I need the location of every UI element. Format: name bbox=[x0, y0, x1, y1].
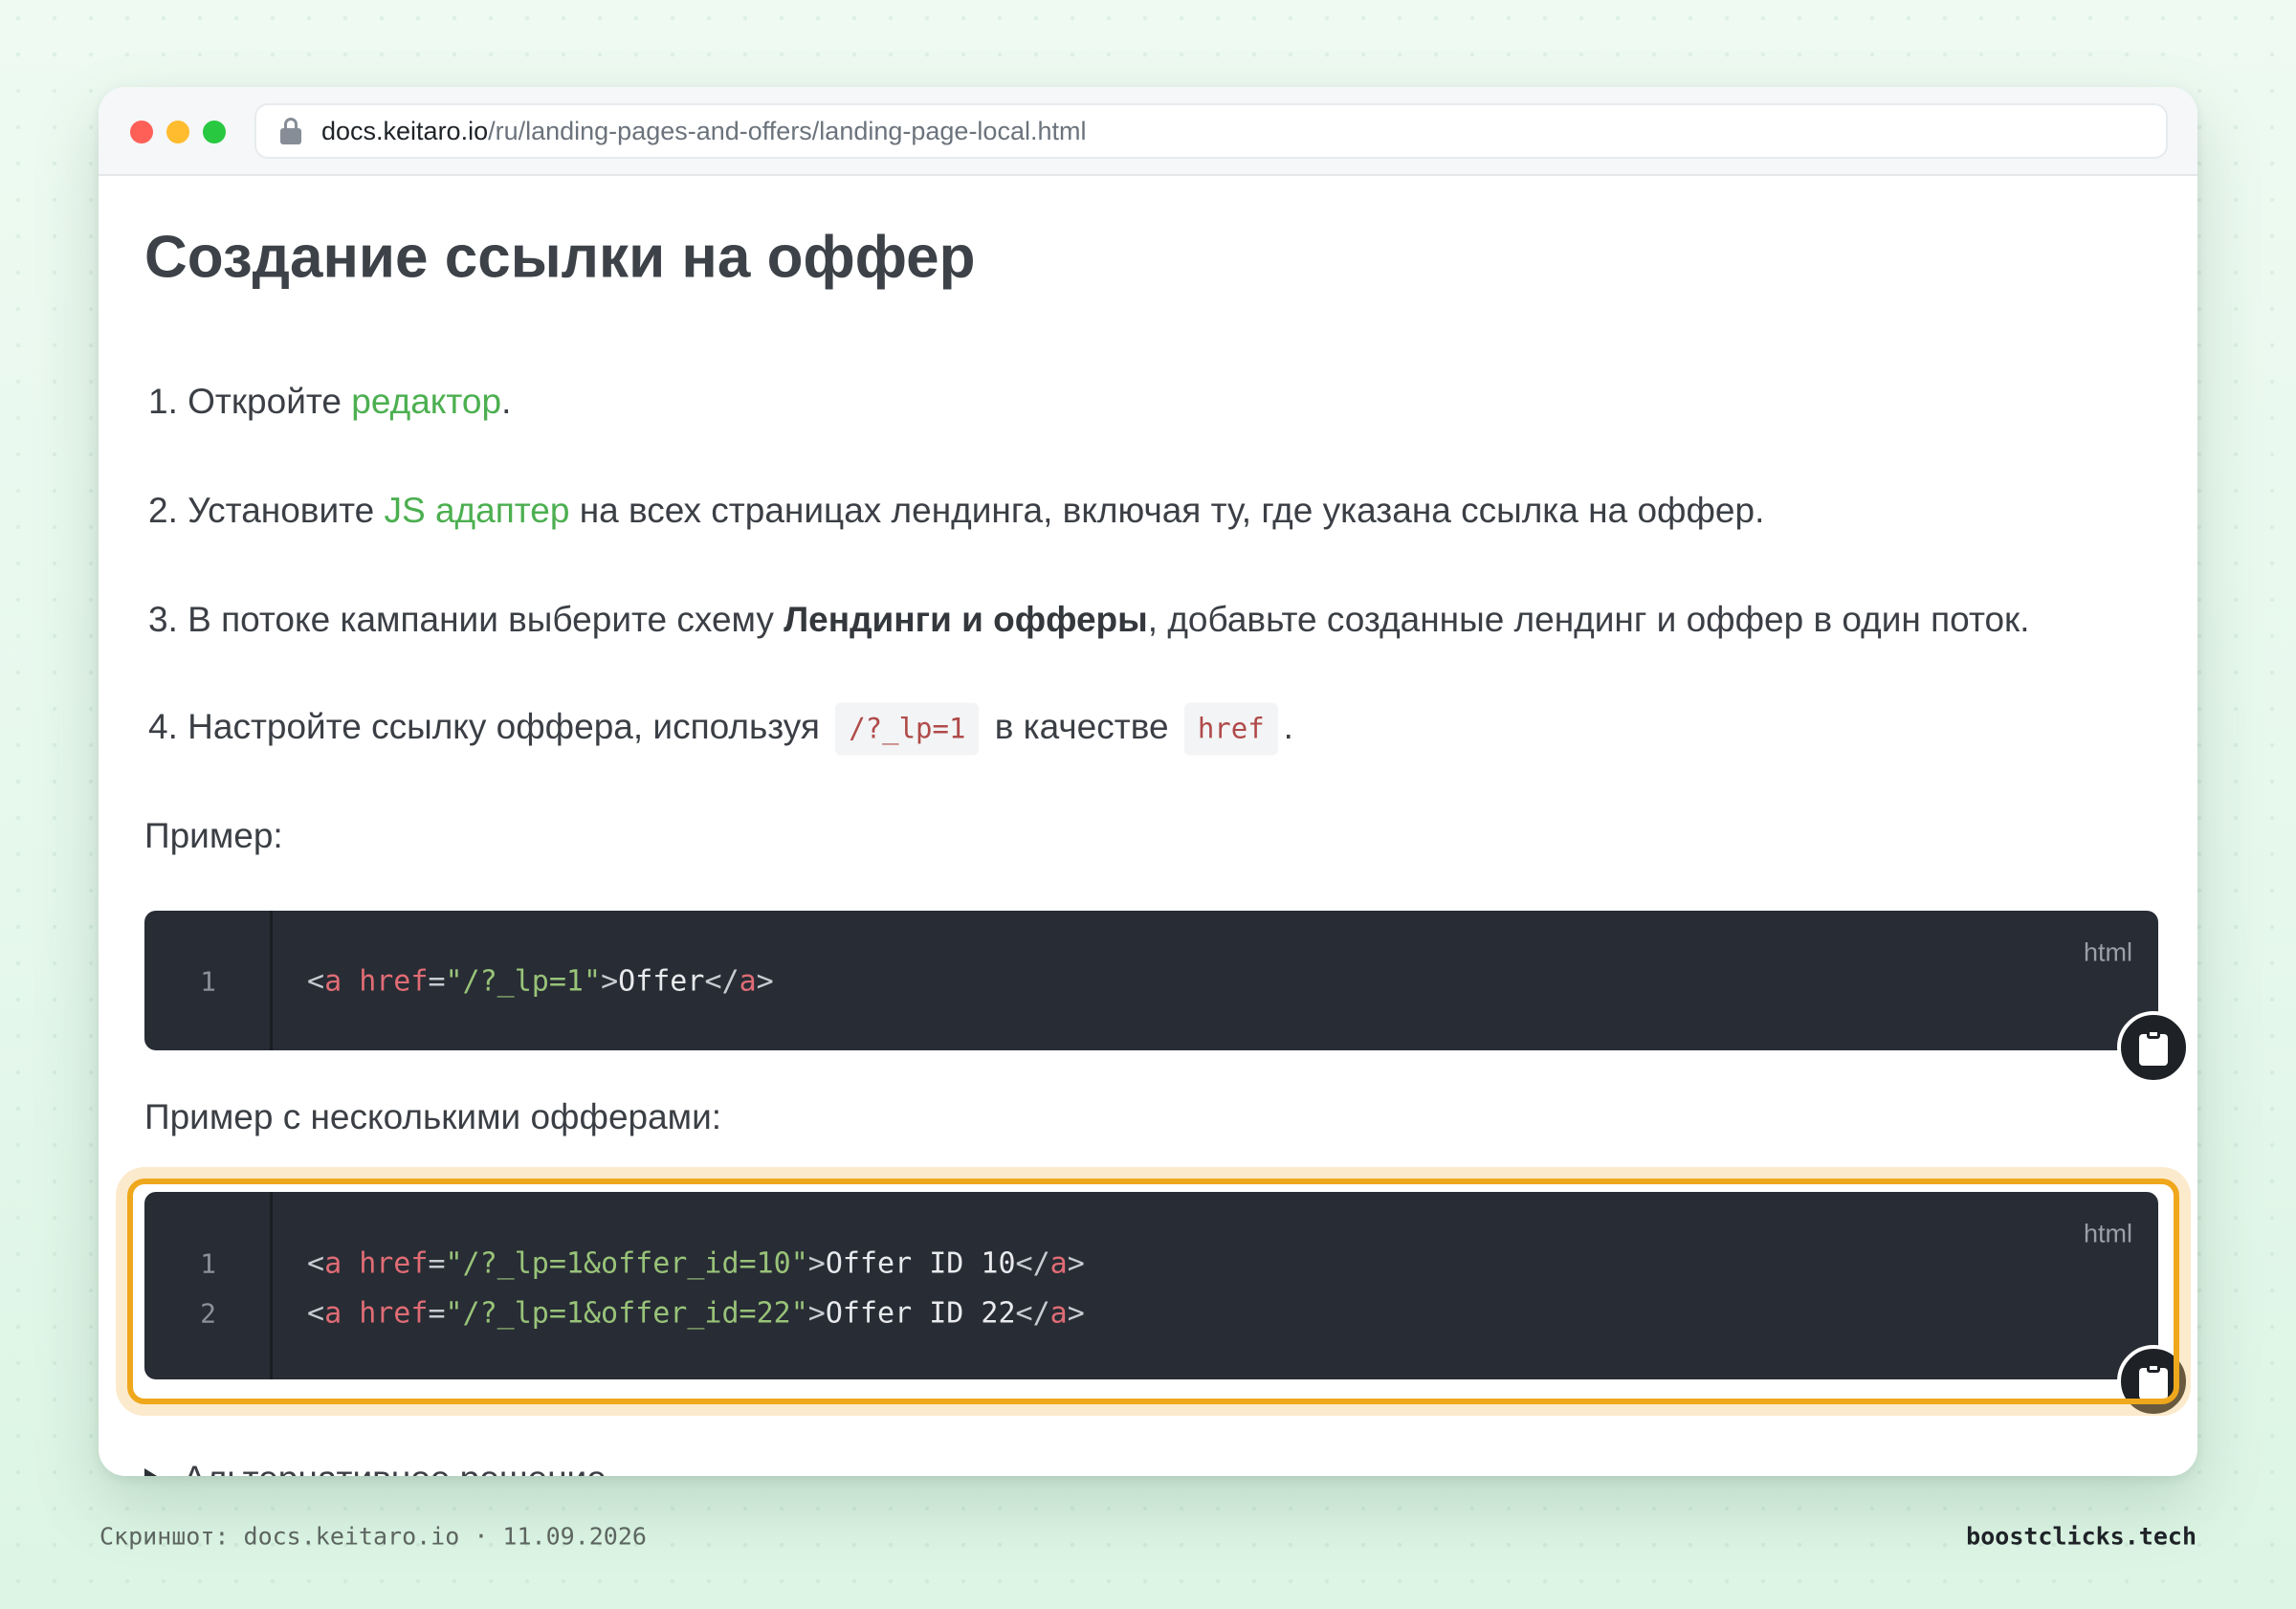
footer-caption: Скриншот: docs.keitaro.io · 11.09.2026 bbox=[99, 1522, 647, 1551]
copy-code-button[interactable] bbox=[2117, 1345, 2190, 1418]
copy-code-button[interactable] bbox=[2117, 1011, 2190, 1084]
code-line: <a href="/?_lp=1">Offer</a> bbox=[307, 964, 774, 999]
details-summary: Альтернативное решение bbox=[183, 1459, 607, 1476]
minimize-window-button[interactable] bbox=[166, 121, 189, 143]
example-multi-label: Пример с несколькими офферами: bbox=[144, 1097, 722, 1136]
editor-link[interactable]: редактор bbox=[351, 382, 501, 421]
language-label: html bbox=[2083, 1219, 2132, 1248]
url-path: /ru/landing-pages-and-offers/landing-pag… bbox=[488, 116, 1087, 145]
line-number-gutter: 1 bbox=[144, 911, 273, 1050]
line-number: 2 bbox=[200, 1297, 216, 1330]
browser-titlebar: docs.keitaro.io/ru/landing-pages-and-off… bbox=[99, 87, 2197, 176]
code-line: <a href="/?_lp=1&offer_id=10">Offer ID 1… bbox=[307, 1246, 1085, 1281]
list-item-step-3: 3. В потоке кампании выберите схему Ленд… bbox=[148, 599, 2030, 639]
disclosure-triangle-icon bbox=[144, 1468, 162, 1476]
list-item-step-2: 2. Установите JS адаптер на всех страниц… bbox=[148, 490, 1765, 530]
page-content: Создание ссылки на оффер 1. Откройте ред… bbox=[99, 176, 2197, 1476]
line-number: 1 bbox=[200, 1247, 216, 1280]
line-number-gutter: 1 2 bbox=[144, 1192, 273, 1379]
lock-icon bbox=[279, 117, 302, 145]
scheme-name: Лендинги и офферы bbox=[784, 599, 1148, 639]
page-title: Создание ссылки на оффер bbox=[144, 224, 976, 291]
clipboard-icon bbox=[2139, 1363, 2168, 1400]
list-item-step-4: 4. Настройте ссылку оффера, используя /?… bbox=[148, 702, 1293, 756]
close-window-button[interactable] bbox=[130, 121, 153, 143]
example-label: Пример: bbox=[144, 816, 283, 855]
footer-brand: boostclicks.tech bbox=[1966, 1522, 2197, 1551]
address-bar[interactable]: docs.keitaro.io/ru/landing-pages-and-off… bbox=[254, 103, 2168, 159]
code-block-multi-offers: 1 2 <a href="/?_lp=1&offer_id=10">Offer … bbox=[144, 1192, 2158, 1379]
details-toggle[interactable]: Альтернативное решение bbox=[144, 1459, 607, 1476]
url-host: docs.keitaro.io bbox=[321, 116, 489, 145]
clipboard-icon bbox=[2139, 1029, 2168, 1066]
line-number: 1 bbox=[200, 965, 216, 998]
inline-code-lp: /?_lp=1 bbox=[835, 702, 980, 756]
language-label: html bbox=[2083, 937, 2132, 967]
list-item-step-1: 1. Откройте редактор. bbox=[148, 381, 512, 421]
code-block-example: 1 <a href="/?_lp=1">Offer</a> html bbox=[144, 911, 2158, 1050]
browser-window: docs.keitaro.io/ru/landing-pages-and-off… bbox=[99, 87, 2197, 1476]
inline-code-href: href bbox=[1183, 702, 1278, 756]
maximize-window-button[interactable] bbox=[203, 121, 226, 143]
js-adapter-link[interactable]: JS адаптер bbox=[385, 491, 570, 530]
code-line: <a href="/?_lp=1&offer_id=22">Offer ID 2… bbox=[307, 1296, 1085, 1331]
